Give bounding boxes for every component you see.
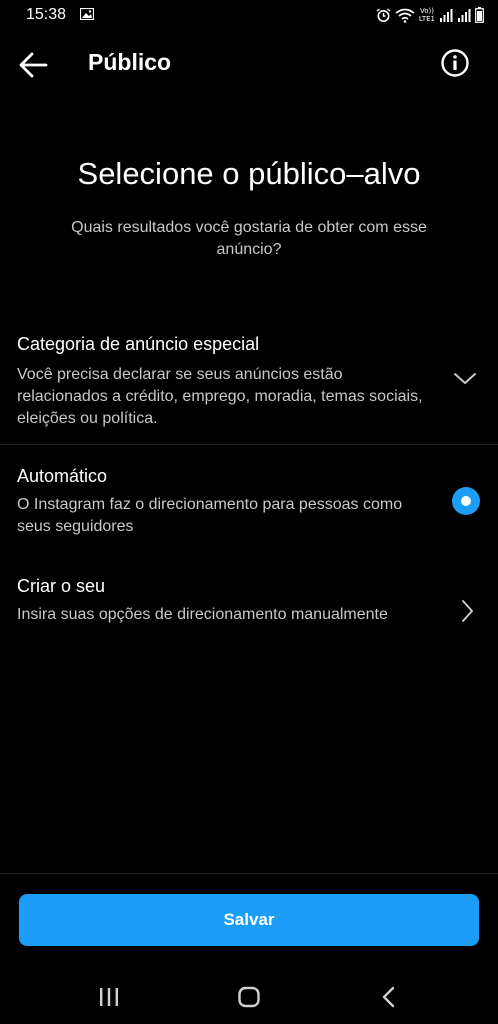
status-icons: Vo)) LTE1 <box>376 6 484 24</box>
section-subheading: Quais resultados você gostaria de obter … <box>71 219 427 258</box>
recent-apps-icon[interactable] <box>96 984 122 1010</box>
special-ad-category-description: Você precisa declarar se seus anúncios e… <box>17 366 423 427</box>
section-heading: Selecione o público–alvo <box>77 156 421 191</box>
status-bar: 15:38 Vo)) LTE1 <box>0 0 498 30</box>
battery-icon <box>475 7 484 23</box>
custom-audience-description: Insira suas opções de direcionamento man… <box>17 606 388 623</box>
special-ad-category-title: Categoria de anúncio especial <box>17 334 260 354</box>
arrow-left-icon[interactable] <box>16 48 50 82</box>
gallery-notification-icon <box>80 8 94 20</box>
divider <box>0 444 498 445</box>
wifi-icon <box>395 8 415 23</box>
radio-selected-dot <box>461 496 471 506</box>
app-bar: Público <box>0 36 498 92</box>
automatic-audience-option[interactable]: Automático O Instagram faz o direcioname… <box>0 466 498 542</box>
chevron-right-icon[interactable] <box>458 598 476 624</box>
custom-audience-option[interactable]: Criar o seu Insira suas opções de direci… <box>0 576 498 652</box>
system-nav-bar <box>0 970 498 1024</box>
volte-indicator: Vo)) LTE1 <box>419 7 435 23</box>
volte-top-label: Vo)) <box>419 7 434 15</box>
chevron-down-icon[interactable] <box>452 368 478 388</box>
save-button[interactable]: Salvar <box>19 894 479 946</box>
alarm-icon <box>376 7 391 22</box>
automatic-audience-description: O Instagram faz o direcionamento para pe… <box>17 496 403 535</box>
signal-icon <box>440 9 453 22</box>
signal-icon <box>458 9 471 22</box>
automatic-audience-title: Automático <box>17 466 108 486</box>
volte-bottom-label: LTE1 <box>418 15 435 23</box>
info-icon[interactable] <box>440 48 470 78</box>
system-back-icon[interactable] <box>376 984 402 1010</box>
special-ad-category-row[interactable]: Categoria de anúncio especial Você preci… <box>0 334 498 442</box>
custom-audience-title: Criar o seu <box>17 576 106 596</box>
page-title: Público <box>88 49 172 75</box>
status-time: 15:38 <box>26 6 67 23</box>
home-icon[interactable] <box>236 984 262 1010</box>
automatic-audience-radio[interactable] <box>452 487 480 515</box>
footer-divider <box>0 873 498 874</box>
